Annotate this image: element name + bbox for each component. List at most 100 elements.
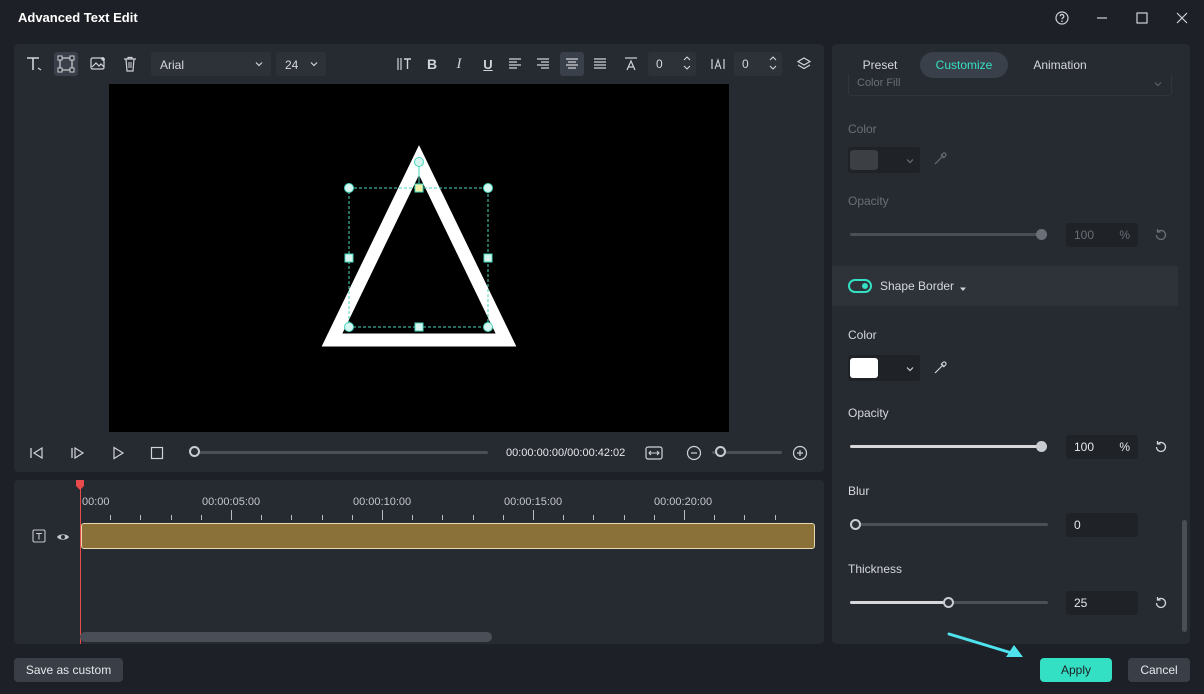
shape-border-toggle[interactable] xyxy=(848,279,872,293)
close-icon[interactable] xyxy=(1171,8,1193,28)
blur-knob[interactable] xyxy=(850,519,861,530)
text-direction-icon[interactable] xyxy=(392,52,416,76)
ruler-tick xyxy=(261,515,263,520)
font-size-value: 24 xyxy=(285,58,299,72)
eyedropper-icon[interactable] xyxy=(932,151,948,172)
border-opacity-knob[interactable] xyxy=(1036,441,1047,452)
ruler-tick xyxy=(744,515,746,520)
reset-icon[interactable] xyxy=(1152,594,1170,612)
save-as-custom-button[interactable]: Save as custom xyxy=(14,658,123,682)
timeline-panel: 00:00 00:00:05:00 00:00:10:00 00:00:15:0… xyxy=(14,480,824,644)
align-left-icon[interactable] xyxy=(503,52,527,76)
zoom-knob[interactable] xyxy=(715,446,726,457)
image-tool-icon[interactable] xyxy=(86,52,110,76)
eyedropper-icon[interactable] xyxy=(932,360,948,381)
ruler-tick xyxy=(593,515,595,520)
chevron-down-icon xyxy=(309,58,319,72)
line-spacing-input[interactable]: 0 xyxy=(734,52,782,76)
resize-handle[interactable] xyxy=(344,183,354,193)
thickness-knob[interactable] xyxy=(943,597,954,608)
resize-handle[interactable] xyxy=(483,183,493,193)
stepper-icon[interactable] xyxy=(768,54,778,75)
align-right-icon[interactable] xyxy=(531,52,555,76)
char-spacing-input[interactable]: 0 xyxy=(648,52,696,76)
minimize-icon[interactable] xyxy=(1091,8,1113,28)
border-opacity-label: Opacity xyxy=(848,406,889,420)
apply-button[interactable]: Apply xyxy=(1040,658,1112,682)
ruler-tick xyxy=(321,515,323,520)
shape-preview[interactable] xyxy=(109,84,729,432)
rotate-handle[interactable] xyxy=(414,157,424,167)
fill-color-picker[interactable] xyxy=(848,147,920,173)
border-opacity-unit: % xyxy=(1119,440,1130,454)
border-color-label: Color xyxy=(848,328,877,342)
caret-down-icon[interactable] xyxy=(959,280,967,298)
ruler-tick xyxy=(110,515,112,520)
playback-progress-track[interactable] xyxy=(192,451,488,454)
edge-handle[interactable] xyxy=(483,253,493,263)
timeline-clip[interactable] xyxy=(81,523,815,549)
editor-toolbar: Arial 24 B I U 0 0 xyxy=(14,44,824,84)
underline-icon[interactable]: U xyxy=(476,52,500,76)
edge-handle[interactable] xyxy=(344,253,354,263)
layers-icon[interactable] xyxy=(792,52,816,76)
italic-icon[interactable]: I xyxy=(447,52,471,76)
resize-handle[interactable] xyxy=(483,322,493,332)
maximize-icon[interactable] xyxy=(1131,8,1153,28)
blur-value: 0 xyxy=(1074,518,1081,532)
font-size-select[interactable]: 24 xyxy=(276,52,326,76)
text-track-icon xyxy=(32,529,46,548)
thickness-input[interactable]: 25 xyxy=(1066,591,1138,615)
zoom-in-icon[interactable] xyxy=(790,443,810,463)
play-icon[interactable] xyxy=(108,443,128,463)
edge-handle[interactable] xyxy=(414,183,424,193)
ruler-tick xyxy=(472,515,474,520)
help-icon[interactable] xyxy=(1051,8,1073,28)
char-spacing-icon[interactable] xyxy=(619,52,643,76)
zoom-out-icon[interactable] xyxy=(684,443,704,463)
bold-icon[interactable]: B xyxy=(420,52,444,76)
border-opacity-slider[interactable] xyxy=(850,445,1042,448)
ruler-label: 00:00 xyxy=(82,496,110,508)
thickness-slider-fill xyxy=(850,601,948,604)
align-justify-icon[interactable] xyxy=(588,52,612,76)
visibility-eye-icon[interactable] xyxy=(56,530,70,548)
editor-panel: Arial 24 B I U 0 0 00:00:00:00/00:00:42:… xyxy=(14,44,824,472)
char-spacing-value: 0 xyxy=(656,57,663,71)
line-spacing-icon[interactable] xyxy=(706,52,730,76)
playhead-marker[interactable] xyxy=(76,480,84,490)
playback-progress-knob[interactable] xyxy=(189,446,200,457)
fill-opacity-knob[interactable] xyxy=(1036,229,1047,240)
delete-icon[interactable] xyxy=(118,52,142,76)
blur-slider[interactable] xyxy=(850,523,1048,526)
playhead[interactable] xyxy=(80,480,81,644)
cancel-button[interactable]: Cancel xyxy=(1128,658,1190,682)
ruler-tick xyxy=(653,515,655,520)
ruler-tick xyxy=(563,515,565,520)
prev-frame-icon[interactable] xyxy=(27,443,47,463)
resize-handle[interactable] xyxy=(344,322,354,332)
text-tool-icon[interactable] xyxy=(22,52,46,76)
chevron-down-icon xyxy=(1153,76,1163,94)
reset-icon[interactable] xyxy=(1152,226,1170,244)
timeline-horizontal-scrollbar[interactable] xyxy=(80,632,492,642)
next-frame-icon[interactable] xyxy=(68,443,88,463)
fill-type-select[interactable]: Color Fill xyxy=(848,74,1172,96)
stepper-icon[interactable] xyxy=(682,54,692,75)
fill-opacity-input[interactable]: 100 % xyxy=(1066,223,1138,247)
preview-canvas[interactable] xyxy=(109,84,729,432)
stop-icon[interactable] xyxy=(147,443,167,463)
border-opacity-input[interactable]: 100 % xyxy=(1066,435,1138,459)
arrow-pointer-icon xyxy=(947,632,1023,657)
fill-opacity-slider[interactable] xyxy=(850,233,1042,236)
border-color-picker[interactable] xyxy=(848,355,920,381)
reset-icon[interactable] xyxy=(1152,438,1170,456)
panel-vertical-scrollbar[interactable] xyxy=(1182,520,1187,632)
blur-input[interactable]: 0 xyxy=(1066,513,1138,537)
shape-tool-icon[interactable] xyxy=(54,52,78,76)
font-family-select[interactable]: Arial xyxy=(151,52,271,76)
edge-handle[interactable] xyxy=(414,322,424,332)
align-center-icon[interactable] xyxy=(560,52,584,76)
ruler-tick xyxy=(714,515,716,520)
fit-screen-icon[interactable] xyxy=(644,443,664,463)
